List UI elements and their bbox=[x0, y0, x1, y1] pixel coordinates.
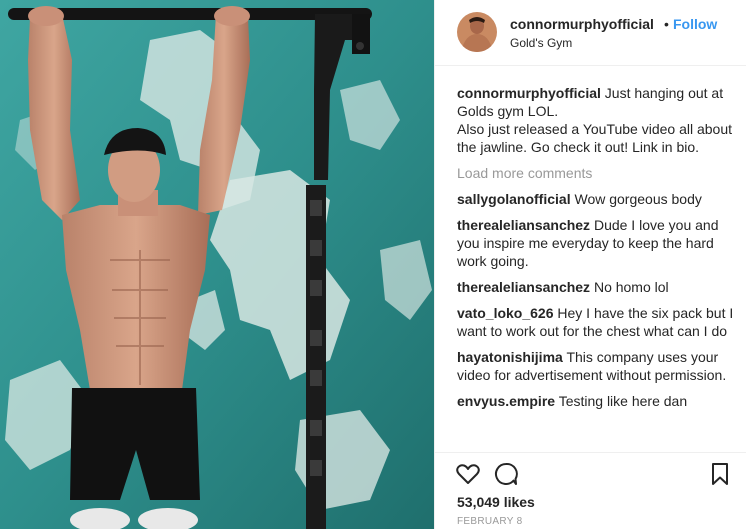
comment-text: Testing like here dan bbox=[558, 393, 688, 409]
post-photo[interactable] bbox=[0, 0, 434, 529]
comment-username[interactable]: sallygolanofficial bbox=[457, 191, 571, 207]
post-actions bbox=[435, 452, 746, 491]
comment-username[interactable]: therealeliansanchez bbox=[457, 217, 590, 233]
caption: connormurphyofficial Just hanging out at… bbox=[457, 84, 737, 156]
header-username[interactable]: connormurphyofficial bbox=[510, 16, 654, 32]
follow-button[interactable]: Follow bbox=[673, 16, 717, 32]
post-header: connormurphyofficial • Follow Gold's Gym bbox=[435, 0, 746, 66]
comment-item: sallygolanofficial Wow gorgeous body bbox=[457, 190, 737, 208]
comment-bubble-icon[interactable] bbox=[493, 461, 519, 487]
load-more-comments-button[interactable]: Load more comments bbox=[457, 164, 737, 182]
comment-text: Wow gorgeous body bbox=[574, 191, 702, 207]
comment-username[interactable]: therealeliansanchez bbox=[457, 279, 590, 295]
instagram-post: connormurphyofficial • Follow Gold's Gym… bbox=[0, 0, 746, 529]
caption-username[interactable]: connormurphyofficial bbox=[457, 85, 601, 101]
comment-item: therealeliansanchez No homo lol bbox=[457, 278, 737, 296]
post-date[interactable]: FEBRUARY 8 bbox=[457, 516, 522, 527]
comment-username[interactable]: vato_loko_626 bbox=[457, 305, 554, 321]
comment-item: hayatonishijima This company uses your v… bbox=[457, 348, 737, 384]
comment-username[interactable]: envyus.empire bbox=[457, 393, 555, 409]
heart-icon[interactable] bbox=[455, 461, 481, 487]
separator-dot: • bbox=[664, 16, 669, 32]
location-link[interactable]: Gold's Gym bbox=[510, 36, 572, 50]
avatar[interactable] bbox=[457, 12, 497, 52]
comments-list[interactable]: connormurphyofficial Just hanging out at… bbox=[457, 84, 737, 450]
caption-text-line2: Also just released a YouTube video all a… bbox=[457, 121, 733, 155]
likes-count[interactable]: 53,049 likes bbox=[457, 494, 535, 510]
post-side-panel: connormurphyofficial • Follow Gold's Gym… bbox=[434, 0, 746, 529]
comment-item: therealeliansanchez Dude I love you and … bbox=[457, 216, 737, 270]
comment-text: No homo lol bbox=[593, 279, 669, 295]
comment-item: envyus.empire Testing like here dan bbox=[457, 392, 737, 410]
comment-username[interactable]: hayatonishijima bbox=[457, 349, 563, 365]
bookmark-icon[interactable] bbox=[707, 461, 733, 487]
comment-item: vato_loko_626 Hey I have the six pack bu… bbox=[457, 304, 737, 340]
